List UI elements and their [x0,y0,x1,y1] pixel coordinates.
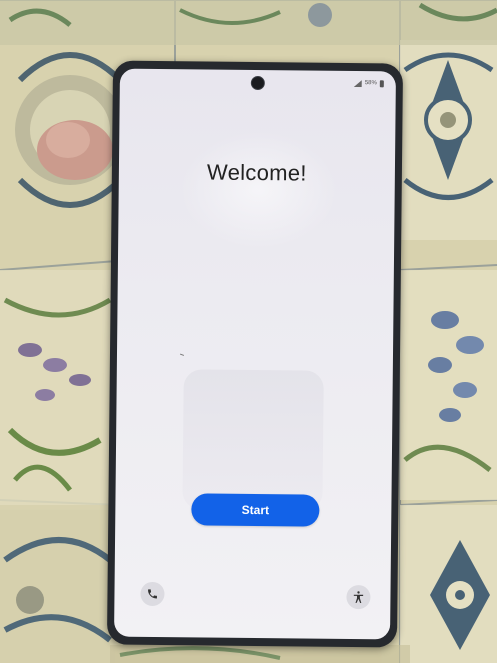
camera-cutout-icon [250,75,265,91]
battery-percentage: 58% [364,80,377,87]
welcome-illustration [182,369,324,511]
screen-glare [179,353,185,356]
smartphone: 58% Welcome! Start [106,60,404,648]
signal-icon [353,79,362,87]
welcome-title: Welcome! [206,159,307,186]
accessibility-button[interactable] [346,584,371,610]
welcome-glow [178,129,340,251]
emergency-call-button[interactable] [140,581,165,607]
phone-icon [148,589,157,599]
battery-icon [379,79,384,87]
start-button[interactable]: Start [191,493,320,527]
status-bar: 58% [353,77,384,89]
phone-screen: 58% Welcome! Start [114,68,396,640]
accessibility-icon [353,591,364,603]
